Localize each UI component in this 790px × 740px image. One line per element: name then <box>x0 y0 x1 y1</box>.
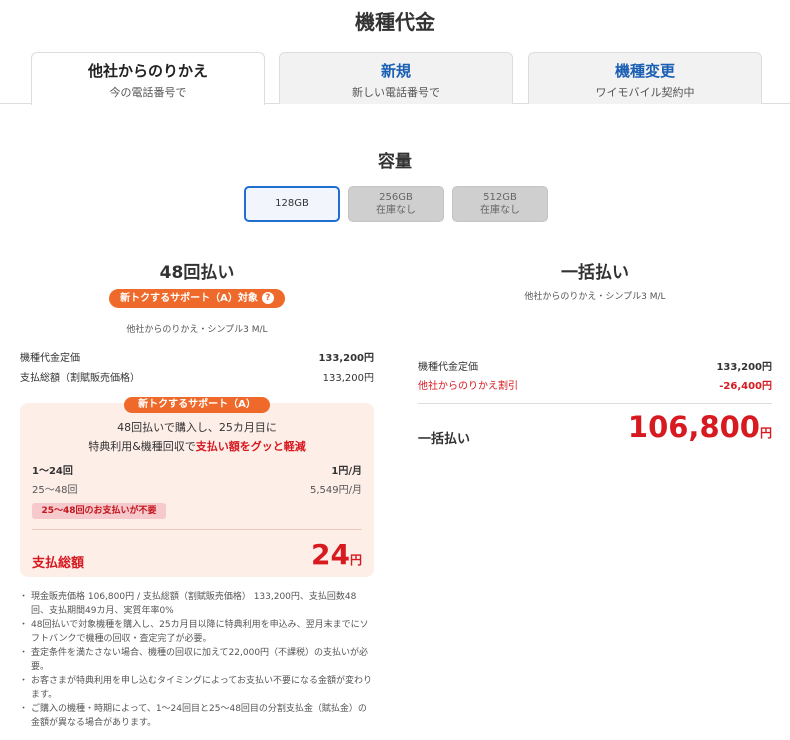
lump-list-price-row: 機種代金定価 133,200円 <box>418 358 772 373</box>
support-eligible-label: 新トクするサポート（A）対象 <box>120 293 258 304</box>
note-item: 48回払いで対象機種を購入し、25カ月目以降に特典利用を申込み、翌月末までにソフ… <box>19 618 374 646</box>
discount-row: 他社からのりかえ割引 -26,400円 <box>418 377 772 392</box>
notes-list: 現金販売価格 106,800円 / 支払総額（割賦販売価格） 133,200円、… <box>19 590 374 730</box>
tab-bar: 他社からのりかえ 今の電話番号で 新規 新しい電話番号で 機種変更 ワイモバイル… <box>0 52 790 105</box>
tab-new-subtitle: 新しい電話番号で <box>352 86 440 99</box>
support-total-label: 支払総額 <box>32 556 85 571</box>
capacity-option-256gb[interactable]: 256GB 在庫なし <box>348 186 444 222</box>
note-item: 査定条件を満たさない場合、機種の回収に加えて22,000円（不課税）の支払いが必… <box>19 646 374 674</box>
help-icon[interactable]: ? <box>261 292 274 304</box>
support-eligible-badge[interactable]: 新トクするサポート（A）対象? <box>109 289 285 308</box>
note-item: 現金販売価格 106,800円 / 支払総額（割賦販売価格） 133,200円、… <box>19 590 374 618</box>
support-description-line1: 48回払いで購入し、25カ月目に <box>117 421 277 434</box>
note-item: ご購入の機種・時期によって、1〜24回目と25〜48回目の分割支払金（賦払金）の… <box>19 702 374 730</box>
capacity-option-512gb[interactable]: 512GB 在庫なし <box>452 186 548 222</box>
tab-mnp[interactable]: 他社からのりかえ 今の電話番号で <box>31 52 265 105</box>
support-description-highlight: 支払い額をグッと軽減 <box>195 440 306 453</box>
capacity-option-label: 256GB <box>379 192 413 203</box>
installment-total-value: 133,200円 <box>322 373 374 384</box>
support-divider <box>32 529 362 530</box>
tab-model-change-subtitle: ワイモバイル契約中 <box>595 86 695 99</box>
tab-new-title: 新規 <box>380 62 411 80</box>
period-value: 1円/月 <box>331 466 362 477</box>
installment-plan: 他社からのりかえ・シンプル3 M/L <box>126 325 268 335</box>
discount-label: 他社からのりかえ割引 <box>418 381 518 392</box>
period-row-1: 1〜24回 1円/月 <box>32 462 362 477</box>
lump-total-value: 106,800 <box>627 410 760 444</box>
support-total-value: 24 <box>311 538 350 571</box>
lump-divider <box>418 403 772 404</box>
installment-total-label: 支払総額（割賦販売価格） <box>20 373 140 384</box>
capacity-title: 容量 <box>378 152 412 172</box>
tab-mnp-subtitle: 今の電話番号で <box>109 86 187 99</box>
support-total-unit: 円 <box>349 553 362 567</box>
lump-total-amount: 106,800円 <box>628 410 772 444</box>
capacity-option-label: 512GB <box>483 192 517 203</box>
support-description-prefix: 特典利用&機種回収で <box>88 440 196 453</box>
tab-new[interactable]: 新規 新しい電話番号で <box>279 52 513 104</box>
support-program-badge: 新トクするサポート（A） <box>124 397 270 413</box>
note-item: お客さまが特典利用を申し込むタイミングによってお支払い不要になる金額が変わります… <box>19 674 374 702</box>
capacity-option-128gb[interactable]: 128GB <box>244 186 340 222</box>
period-value: 5,549円/月 <box>310 485 362 496</box>
lump-title: 一括払い <box>561 263 629 283</box>
support-description-line2: 特典利用&機種回収で支払い額をグッと軽減 <box>20 438 374 454</box>
lump-plan: 他社からのりかえ・シンプル3 M/L <box>524 292 666 302</box>
capacity-stock-status: 在庫なし <box>480 205 520 216</box>
support-total-amount: 24円 <box>311 538 362 571</box>
no-payment-note: 25〜48回のお支払いが不要 <box>32 503 166 519</box>
list-price-value: 133,200円 <box>318 353 374 364</box>
lump-list-price-label: 機種代金定価 <box>418 362 478 373</box>
period-label: 1〜24回 <box>32 466 73 477</box>
discount-value: -26,400円 <box>719 381 772 392</box>
capacity-stock-status: 在庫なし <box>376 205 416 216</box>
tab-mnp-title: 他社からのりかえ <box>87 62 208 80</box>
installment-title: 48回払い <box>159 263 235 283</box>
capacity-option-label: 128GB <box>275 198 309 209</box>
lump-list-price-value: 133,200円 <box>716 362 772 373</box>
list-price-label: 機種代金定価 <box>20 353 80 364</box>
period-label: 25〜48回 <box>32 485 78 496</box>
tab-model-change[interactable]: 機種変更 ワイモバイル契約中 <box>528 52 762 104</box>
page-title: 機種代金 <box>355 10 435 34</box>
installment-total-row: 支払総額（割賦販売価格） 133,200円 <box>20 369 374 384</box>
tab-model-change-title: 機種変更 <box>614 62 675 80</box>
list-price-row: 機種代金定価 133,200円 <box>20 349 374 364</box>
lump-total-unit: 円 <box>759 426 772 440</box>
period-row-2: 25〜48回 5,549円/月 <box>32 481 362 496</box>
lump-total-label: 一括払い <box>418 432 471 447</box>
